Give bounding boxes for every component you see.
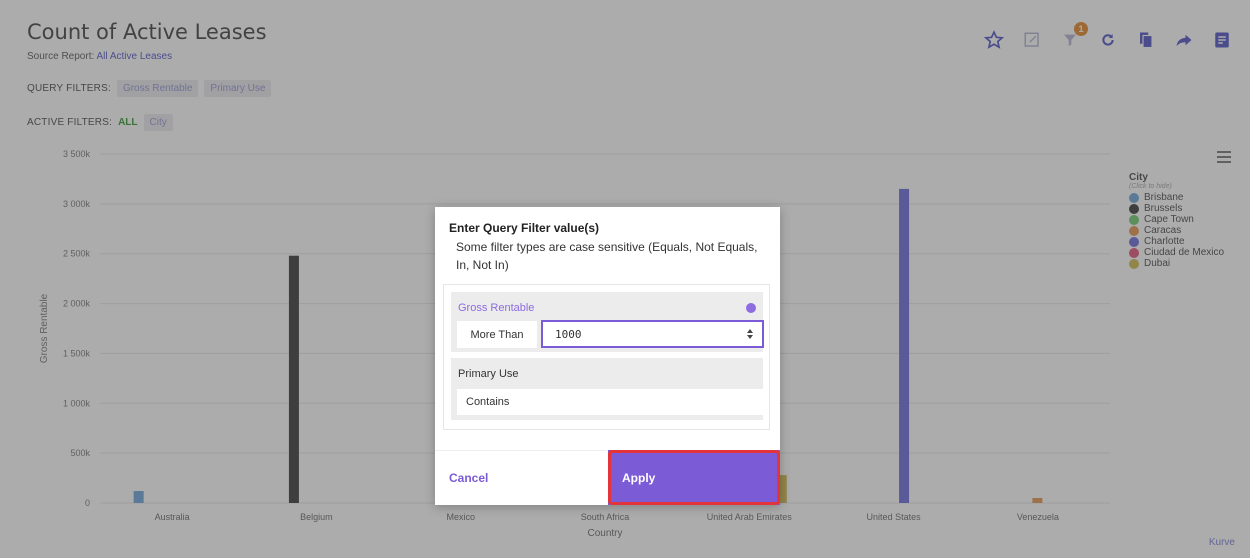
cancel-button[interactable]: Cancel: [435, 450, 607, 505]
filter-label-gross-rentable: Gross Rentable: [458, 302, 535, 314]
dialog-title: Enter Query Filter value(s): [449, 221, 600, 235]
filter-group-gross-rentable: Gross Rentable More Than 1000: [451, 292, 764, 352]
apply-button-highlight: [608, 450, 780, 505]
value-text: 1000: [555, 327, 582, 341]
filter-list: Gross Rentable More Than 1000 Primary Us…: [443, 284, 770, 430]
operator-select[interactable]: More Than: [457, 321, 537, 348]
check-icon: [746, 303, 756, 313]
dialog-header: Enter Query Filter value(s) Some filter …: [449, 221, 769, 274]
filter-group-primary-use: Primary Use Contains: [451, 358, 763, 420]
stepper-icon[interactable]: [746, 328, 754, 343]
operator-select-primary-use[interactable]: Contains: [457, 389, 763, 415]
value-input[interactable]: 1000: [541, 320, 764, 348]
dialog-description: Some filter types are case sensitive (Eq…: [456, 240, 758, 272]
filter-label-primary-use: Primary Use: [458, 368, 519, 380]
